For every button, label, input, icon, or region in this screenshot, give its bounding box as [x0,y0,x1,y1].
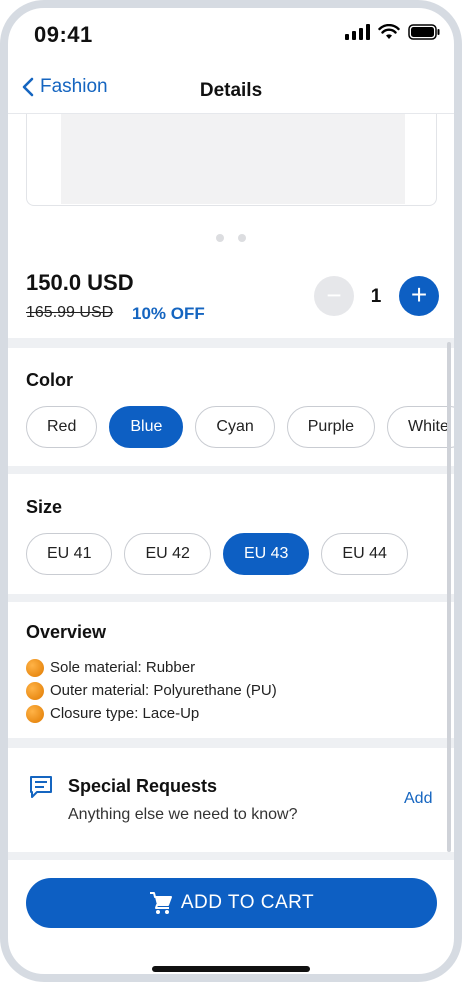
list-item: Sole material: Rubber [26,656,277,679]
status-icons [345,24,440,40]
section-divider [8,738,454,748]
product-image [61,114,405,204]
special-requests-title: Special Requests [68,776,218,796]
section-divider [8,852,454,860]
size-option-eu43[interactable]: EU 43 [222,533,310,575]
cart-icon [149,892,172,914]
color-section-title: Color [26,370,73,390]
section-divider [8,466,454,474]
color-option-purple[interactable]: Purple [286,406,375,448]
color-option-blue[interactable]: Blue [109,406,184,448]
original-price: 165.99 USD [26,304,114,321]
orange-bullet-icon [26,658,44,677]
quantity-increase-button[interactable]: + [399,276,439,316]
status-time: 09:41 [34,22,93,47]
color-option-cyan[interactable]: Cyan [195,406,275,448]
discount-label: 10% OFF [132,304,205,323]
message-icon [30,776,52,798]
page-dot[interactable] [216,234,224,242]
section-divider [8,594,454,602]
size-option-eu44[interactable]: EU 44 [321,533,408,575]
color-options: Red Blue Cyan Purple White [26,406,454,448]
size-option-eu41[interactable]: EU 41 [26,533,113,575]
overview-item-text: Closure type: Lace-Up [50,705,200,722]
quantity-value: 1 [370,286,382,307]
status-bar: 09:41 [8,8,454,64]
add-to-cart-label: ADD TO CART [180,892,315,913]
overview-item-text: Sole material: Rubber [50,659,196,676]
size-option-eu42[interactable]: EU 42 [124,533,211,575]
quantity-decrease-button[interactable]: − [314,276,354,316]
size-section-title: Size [26,497,63,517]
section-divider [8,338,454,348]
page-dot[interactable] [238,234,246,242]
current-price: 150.0 USD [26,270,134,295]
add-special-request-link[interactable]: Add [404,790,432,808]
list-item: Closure type: Lace-Up [26,702,277,725]
carousel-page-indicator [8,234,454,242]
navigation-bar: Fashion Details [8,64,454,114]
phone-frame: 09:41 Fashion Details 150.0 USD 165.99 U… [0,0,462,982]
battery-icon [408,24,440,40]
color-option-red[interactable]: Red [26,406,98,448]
wifi-icon [378,24,400,39]
size-options: EU 41 EU 42 EU 43 EU 44 [26,533,408,575]
scrollbar[interactable] [447,342,451,852]
page-title: Details [199,80,263,101]
add-to-cart-button[interactable]: ADD TO CART [26,878,437,928]
orange-bullet-icon [26,704,44,723]
cellular-signal-icon [345,24,370,40]
list-item: Outer material: Polyurethane (PU) [26,679,277,702]
product-image-carousel[interactable] [26,114,437,206]
orange-bullet-icon [26,681,44,700]
overview-list: Sole material: Rubber Outer material: Po… [26,656,277,725]
overview-item-text: Outer material: Polyurethane (PU) [50,682,277,699]
overview-section-title: Overview [26,622,107,642]
home-indicator [152,966,310,972]
special-requests-subtitle: Anything else we need to know? [68,806,298,823]
